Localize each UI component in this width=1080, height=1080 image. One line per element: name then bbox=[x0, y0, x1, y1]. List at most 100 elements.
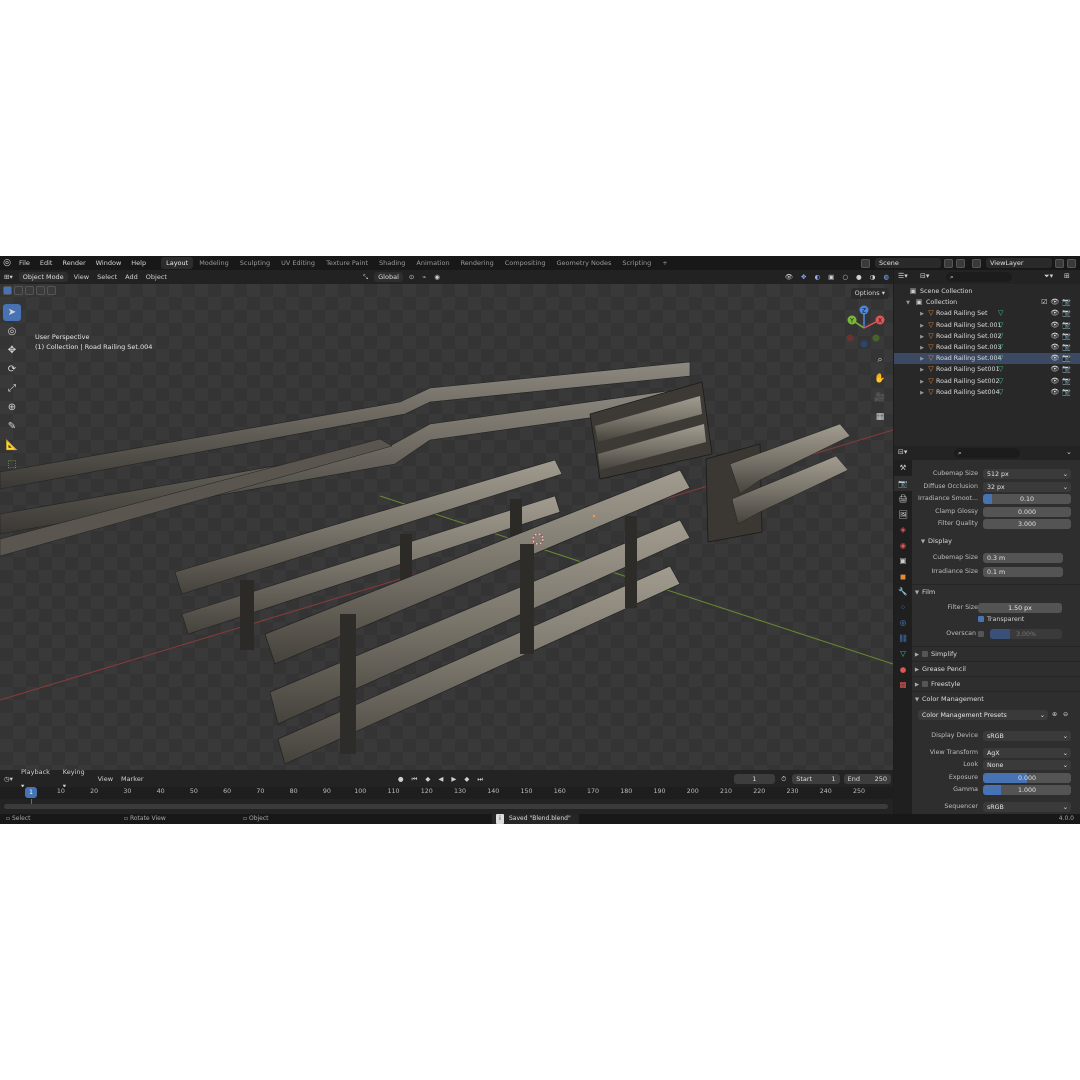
visibility-render-icons[interactable]: 👁📷 bbox=[1050, 331, 1074, 342]
scene-tab-icon[interactable]: ◈ bbox=[894, 522, 912, 538]
visibility-render-icons[interactable]: 👁📷 bbox=[1050, 353, 1074, 364]
color-management-panel-header[interactable]: ▼ Color Management bbox=[912, 691, 1080, 706]
overscan-checkbox[interactable] bbox=[978, 630, 984, 637]
select-invert-icon[interactable] bbox=[36, 286, 45, 295]
outliner-editor-icon[interactable]: ☰▾ bbox=[898, 272, 908, 280]
expand-arrow-icon[interactable]: ▶ bbox=[918, 388, 926, 399]
visibility-render-icons[interactable]: 👁📷 bbox=[1050, 342, 1074, 353]
select-intersect-icon[interactable] bbox=[47, 286, 56, 295]
prev-keyframe-icon[interactable]: ◆ bbox=[421, 772, 434, 786]
properties-editor-icon[interactable]: ⊟▾ bbox=[898, 448, 907, 456]
view-layer-icon[interactable] bbox=[972, 258, 981, 268]
tab-geometry-nodes[interactable]: Geometry Nodes bbox=[552, 257, 617, 269]
diffuse-occlusion-dropdown[interactable]: 32 px ⌄ bbox=[983, 481, 1071, 492]
view-transform-dropdown[interactable]: AgX ⌄ bbox=[983, 747, 1071, 758]
add-menu[interactable]: Add bbox=[121, 270, 142, 284]
orientation-dropdown[interactable]: Global bbox=[374, 272, 403, 282]
next-keyframe-icon[interactable]: ◆ bbox=[460, 772, 473, 786]
select-extend-icon[interactable] bbox=[14, 286, 23, 295]
display-mode-icon[interactable]: ⊟▾ bbox=[920, 272, 929, 280]
modifier-tab-icon[interactable]: 🔧 bbox=[894, 584, 912, 600]
grease-pencil-panel-header[interactable]: ▶ Grease Pencil bbox=[912, 661, 1080, 676]
simplify-panel-header[interactable]: ▶ Simplify bbox=[912, 646, 1080, 661]
remove-preset-icon[interactable]: ⊖ bbox=[1063, 709, 1068, 720]
marker-menu[interactable]: Marker bbox=[117, 772, 147, 786]
outliner-object-row[interactable]: ▶ ▽ Road Railing Set001 ▽ 👁📷 bbox=[894, 364, 1080, 375]
object-mode-dropdown[interactable]: Object Mode bbox=[18, 272, 68, 282]
overscan-field[interactable]: 3.00% bbox=[990, 628, 1062, 639]
display-cubemap-size-field[interactable]: 0.3 m bbox=[983, 552, 1063, 563]
select-subtract-icon[interactable] bbox=[25, 286, 34, 295]
tab-layout[interactable]: Layout bbox=[161, 257, 194, 269]
display-device-dropdown[interactable]: sRGB ⌄ bbox=[983, 730, 1071, 741]
mesh-data-icon[interactable]: ▽ bbox=[998, 376, 1003, 387]
visibility-render-icons[interactable]: 👁📷 bbox=[1050, 364, 1074, 375]
cm-presets-dropdown[interactable]: Color Management Presets ⌄ bbox=[918, 709, 1048, 720]
transparent-checkbox[interactable]: Transparent bbox=[978, 614, 1024, 625]
editor-type-icon[interactable]: ⊞▾ bbox=[0, 270, 17, 284]
scene-icon[interactable] bbox=[861, 258, 870, 268]
pan-hand-icon[interactable]: ✋ bbox=[874, 373, 886, 385]
play-reverse-icon[interactable]: ◀ bbox=[434, 772, 447, 786]
navigation-gizmo[interactable]: X Y Z bbox=[840, 304, 888, 352]
scale-tool-icon[interactable]: ⤢ bbox=[3, 380, 21, 397]
film-panel-header[interactable]: ▼ Film bbox=[912, 584, 1080, 599]
outliner-object-row[interactable]: ▶ ▽ Road Railing Set004 ▽ 👁📷 bbox=[894, 387, 1080, 398]
menu-window[interactable]: Window bbox=[91, 256, 127, 270]
measure-tool-icon[interactable]: 📐 bbox=[3, 437, 21, 454]
tab-scripting[interactable]: Scripting bbox=[617, 257, 656, 269]
tool-tab-icon[interactable]: ⚒ bbox=[894, 460, 912, 476]
xray-icon[interactable]: ▣ bbox=[824, 270, 838, 284]
tab-uv-editing[interactable]: UV Editing bbox=[276, 257, 320, 269]
pivot-icon[interactable]: ⊙ bbox=[405, 270, 418, 284]
filter-quality-field[interactable]: 3.000 bbox=[983, 518, 1071, 529]
gamma-slider[interactable]: 1.000 bbox=[983, 784, 1071, 795]
transparent-row[interactable]: Transparent bbox=[912, 614, 1080, 625]
visibility-render-icons[interactable]: 👁📷 bbox=[1050, 320, 1074, 331]
mesh-data-icon[interactable]: ▽ bbox=[998, 353, 1003, 364]
outliner-object-row[interactable]: ▶ ▽ Road Railing Set.002 ▽ 👁📷 bbox=[894, 331, 1080, 342]
timeline-view-menu[interactable]: View bbox=[94, 772, 117, 786]
visibility-icon[interactable]: 👁 bbox=[781, 270, 797, 284]
tab-compositing[interactable]: Compositing bbox=[500, 257, 551, 269]
tab-shading[interactable]: Shading bbox=[374, 257, 410, 269]
menu-help[interactable]: Help bbox=[126, 256, 151, 270]
mesh-data-icon[interactable]: ▽ bbox=[998, 331, 1003, 342]
mesh-data-icon[interactable]: ▽ bbox=[998, 308, 1003, 319]
playhead[interactable]: 1 bbox=[25, 787, 37, 798]
scene-collection-row[interactable]: ▣ Scene Collection bbox=[894, 286, 1080, 297]
menu-file[interactable]: File bbox=[14, 256, 35, 270]
move-tool-icon[interactable]: ✥ bbox=[3, 342, 21, 359]
timeline-editor-icon[interactable]: ◷▾ bbox=[0, 772, 17, 786]
clock-icon[interactable]: ⏱ bbox=[777, 772, 790, 786]
outliner-object-row[interactable]: ▶ ▽ Road Railing Set.003 ▽ 👁📷 bbox=[894, 342, 1080, 353]
display-subpanel-header[interactable]: ▼ Display bbox=[912, 534, 1080, 548]
new-view-layer-icon[interactable] bbox=[1055, 258, 1064, 268]
zoom-icon[interactable]: ⌕ bbox=[874, 354, 886, 366]
mesh-data-icon[interactable]: ▽ bbox=[998, 342, 1003, 353]
gizmo-toggle-icon[interactable]: ✥ bbox=[797, 270, 810, 284]
end-frame-field[interactable]: End 250 bbox=[843, 773, 892, 784]
options-dropdown[interactable]: Options ▾ bbox=[850, 288, 889, 299]
tab-texture-paint[interactable]: Texture Paint bbox=[321, 257, 373, 269]
visibility-render-icons[interactable]: 👁📷 bbox=[1050, 308, 1074, 319]
cursor-tool-icon[interactable]: ◎ bbox=[3, 323, 21, 340]
transform-orientation-icon[interactable]: ⤡ bbox=[359, 270, 372, 284]
outliner-object-row[interactable]: ▶ ▽ Road Railing Set002 ▽ 👁📷 bbox=[894, 376, 1080, 387]
output-tab-icon[interactable]: 🖨 bbox=[894, 491, 912, 507]
particles-tab-icon[interactable]: ⁘ bbox=[894, 600, 912, 616]
add-cube-tool-icon[interactable]: ⬚ bbox=[3, 456, 21, 473]
world-tab-icon[interactable]: ◉ bbox=[894, 538, 912, 554]
shading-wireframe-icon[interactable]: ○ bbox=[838, 270, 852, 284]
outliner-object-row[interactable]: ▶ ▽ Road Railing Set.001 ▽ 👁📷 bbox=[894, 320, 1080, 331]
ortho-grid-icon[interactable]: ▦ bbox=[874, 411, 886, 423]
add-workspace-button[interactable]: + bbox=[657, 257, 672, 269]
physics-tab-icon[interactable]: ◎ bbox=[894, 615, 912, 631]
filter-size-field[interactable]: 1.50 px bbox=[978, 602, 1062, 613]
properties-options-icon[interactable]: ⌄ bbox=[1066, 448, 1072, 456]
properties-search-input[interactable]: ⌕ bbox=[954, 448, 1020, 458]
current-frame-field[interactable]: 1 bbox=[733, 773, 776, 784]
select-box-icon[interactable] bbox=[3, 286, 12, 295]
mesh-data-icon[interactable]: ▽ bbox=[998, 320, 1003, 331]
outliner-search-input[interactable]: ⌕ bbox=[946, 272, 1012, 282]
